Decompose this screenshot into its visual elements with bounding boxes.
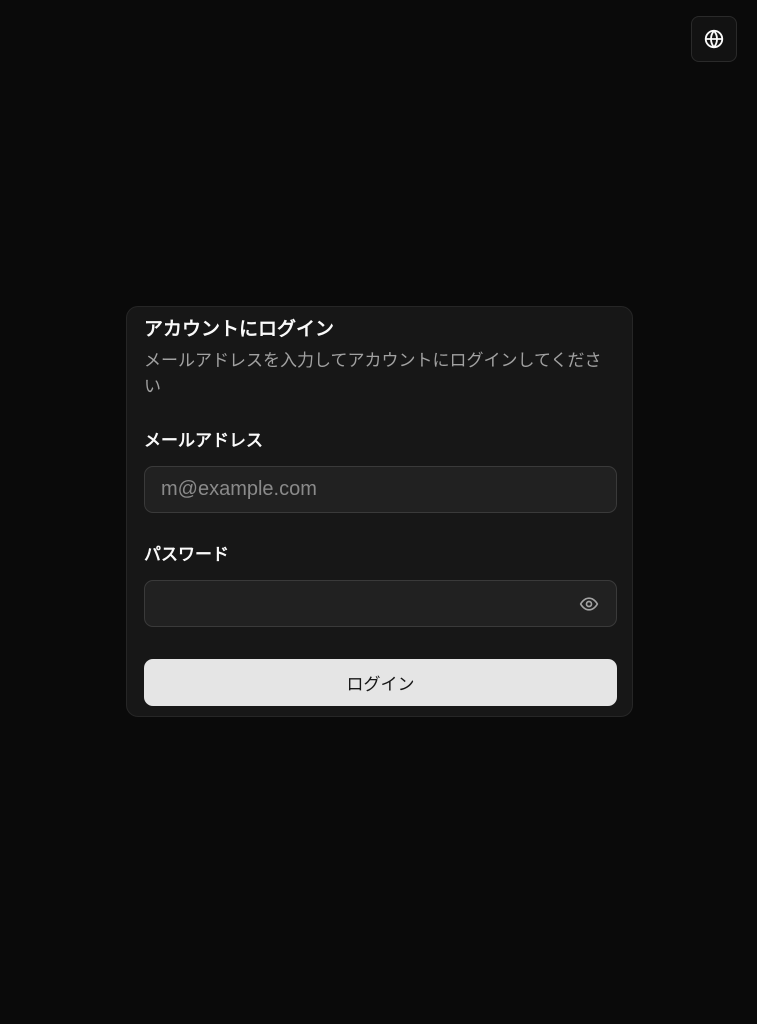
password-label: パスワード <box>144 545 229 565</box>
password-field[interactable] <box>144 580 617 627</box>
eye-icon <box>579 597 599 611</box>
email-label: メールアドレス <box>144 431 263 451</box>
card-title: アカウントにログイン <box>144 318 335 340</box>
login-page: アカウントにログイン メールアドレスを入力してアカウントにログインしてください … <box>0 0 757 1024</box>
toggle-password-visibility-button[interactable] <box>576 592 602 616</box>
login-button[interactable]: ログイン <box>144 659 617 706</box>
login-card: アカウントにログイン メールアドレスを入力してアカウントにログインしてください … <box>126 306 633 717</box>
globe-icon <box>704 29 724 49</box>
card-description: メールアドレスを入力してアカウントにログインしてください <box>144 351 602 397</box>
language-button[interactable] <box>691 16 737 62</box>
email-field[interactable] <box>144 466 617 513</box>
